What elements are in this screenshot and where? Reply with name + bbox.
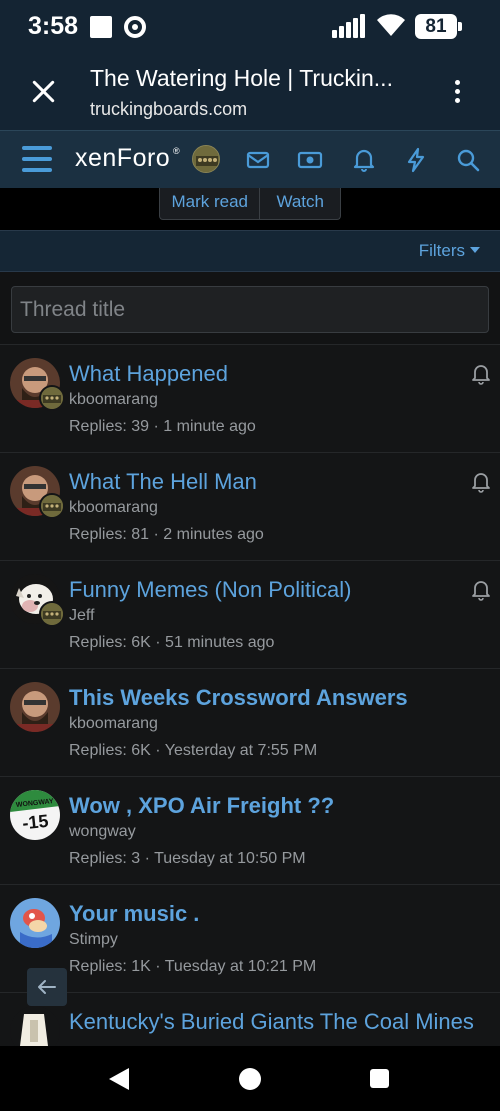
filter-bar: Filters — [0, 230, 500, 272]
system-nav-bar — [0, 1046, 500, 1111]
thread-row[interactable]: Kentucky's Buried Giants The Coal Mines — [0, 992, 500, 1046]
thread-author[interactable]: kboomarang — [69, 391, 158, 409]
mark-read-button[interactable]: Mark read — [160, 188, 261, 219]
site-logo[interactable]: xenForo — [75, 144, 170, 173]
thread-meta: Replies: 1K · Tuesday at 10:21 PM — [69, 958, 317, 975]
avatar[interactable]: WONGWAY -15 — [10, 790, 60, 840]
notification-square-icon — [90, 16, 112, 38]
notification-circle-icon — [124, 16, 146, 38]
mini-avatar — [39, 385, 65, 411]
thread-author[interactable]: kboomarang — [69, 499, 158, 517]
menu-icon[interactable] — [22, 146, 52, 172]
search-icon[interactable] — [455, 147, 481, 173]
status-bar: 3:58 81 — [0, 0, 500, 56]
thread-row[interactable]: What Happened kboomarang Replies: 39 · 1… — [0, 344, 500, 452]
back-to-top-button[interactable] — [27, 968, 67, 1006]
nav-back-icon[interactable] — [109, 1068, 129, 1090]
thread-title[interactable]: Wow , XPO Air Freight ?? — [69, 793, 334, 819]
thread-title[interactable]: What The Hell Man — [69, 469, 257, 495]
thread-author[interactable]: kboomarang — [69, 715, 158, 733]
avatar-wongway-number: -15 — [21, 811, 49, 834]
close-icon[interactable] — [30, 78, 58, 106]
page-title: The Watering Hole | Truckin... — [90, 65, 393, 91]
inbox-icon[interactable] — [245, 147, 271, 173]
thread-row[interactable]: Your music . Stimpy Replies: 1K · Tuesda… — [0, 884, 500, 992]
content-area: Mark read Watch Filters What Happened kb… — [0, 188, 500, 1046]
avatar[interactable] — [10, 682, 60, 732]
thread-author[interactable]: wongway — [69, 823, 136, 841]
filters-button[interactable]: Filters — [419, 241, 480, 261]
thread-meta: Replies: 81 · 2 minutes ago — [69, 526, 264, 543]
logo-registered-mark: ® — [173, 146, 180, 156]
battery-icon: 81 — [415, 14, 462, 39]
money-icon[interactable] — [297, 147, 323, 173]
thread-author[interactable]: Stimpy — [69, 931, 118, 949]
signal-icon — [332, 14, 368, 38]
lightning-icon[interactable] — [403, 147, 429, 173]
site-header: xenForo ® — [0, 130, 500, 188]
watched-bell-icon[interactable] — [471, 363, 491, 385]
thread-row[interactable]: WONGWAY -15 Wow , XPO Air Freight ?? wong… — [0, 776, 500, 884]
nav-home-icon[interactable] — [239, 1068, 261, 1090]
thread-title[interactable]: Kentucky's Buried Giants The Coal Mines — [69, 1009, 474, 1035]
bell-icon[interactable] — [351, 147, 377, 173]
avatar[interactable] — [10, 898, 60, 948]
forum-actions: Mark read Watch — [159, 188, 341, 220]
wifi-icon — [377, 14, 405, 37]
watched-bell-icon[interactable] — [471, 471, 491, 493]
thread-author[interactable]: Jeff — [69, 607, 95, 625]
mini-avatar — [39, 493, 65, 519]
thread-filter-area — [0, 272, 500, 344]
thread-row[interactable]: This Weeks Crossword Answers kboomarang … — [0, 668, 500, 776]
thread-title[interactable]: Funny Memes (Non Political) — [69, 577, 351, 603]
user-avatar[interactable] — [192, 145, 220, 173]
watch-button[interactable]: Watch — [260, 188, 340, 219]
mini-avatar — [39, 601, 65, 627]
nav-recents-icon[interactable] — [370, 1069, 389, 1088]
thread-title[interactable]: This Weeks Crossword Answers — [69, 685, 408, 711]
browser-bar: The Watering Hole | Truckin... truckingb… — [0, 56, 500, 130]
status-time: 3:58 — [28, 12, 79, 40]
thread-title[interactable]: What Happened — [69, 361, 228, 387]
filters-label: Filters — [418, 241, 465, 260]
watched-bell-icon[interactable] — [471, 579, 491, 601]
thread-meta: Replies: 3 · Tuesday at 10:50 PM — [69, 850, 306, 867]
battery-level: 81 — [425, 16, 447, 37]
arrow-left-icon — [38, 980, 56, 994]
thread-meta: Replies: 39 · 1 minute ago — [69, 418, 256, 435]
more-options-icon[interactable] — [452, 80, 462, 108]
avatar[interactable] — [10, 1006, 60, 1046]
thread-row[interactable]: Funny Memes (Non Political) Jeff Replies… — [0, 560, 500, 668]
thread-title[interactable]: Your music . — [69, 901, 199, 927]
chevron-down-icon — [470, 247, 480, 253]
page-url[interactable]: truckingboards.com — [90, 99, 247, 120]
thread-meta: Replies: 6K · 51 minutes ago — [69, 634, 275, 651]
thread-row[interactable]: What The Hell Man kboomarang Replies: 81… — [0, 452, 500, 560]
thread-title-input[interactable] — [11, 286, 489, 333]
thread-meta: Replies: 6K · Yesterday at 7:55 PM — [69, 742, 318, 759]
